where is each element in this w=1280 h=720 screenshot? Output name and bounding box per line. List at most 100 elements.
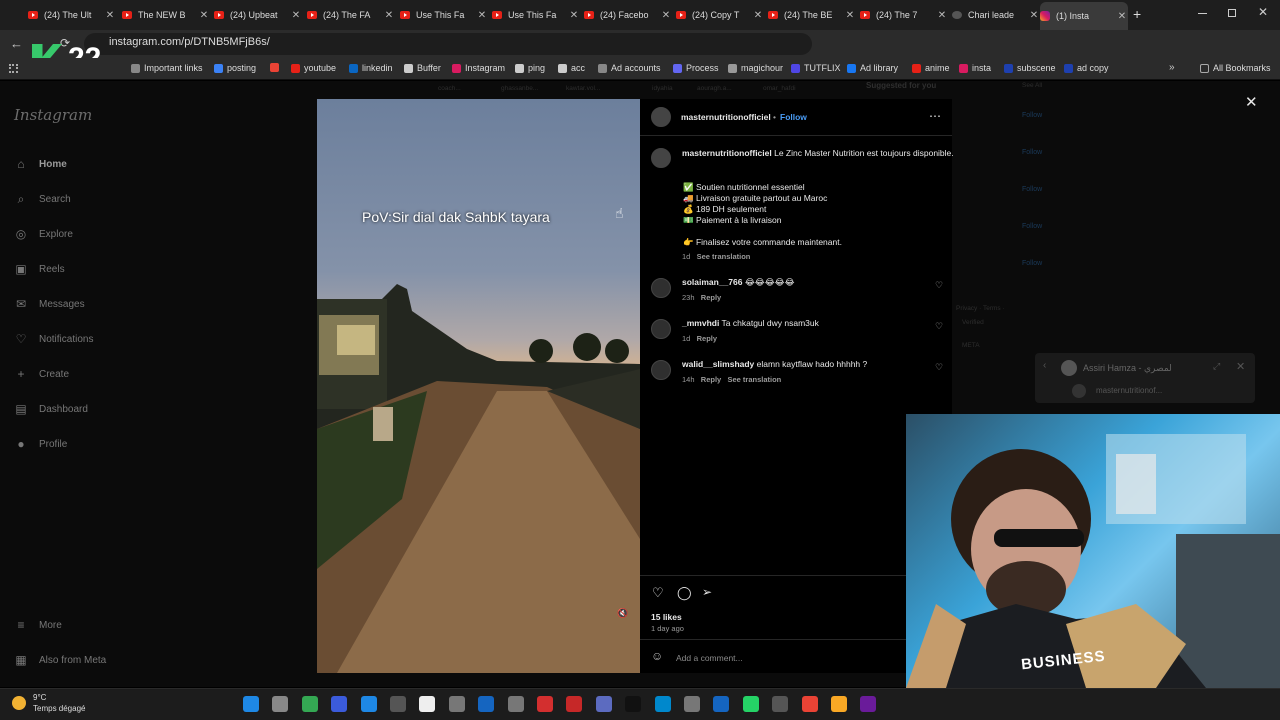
taskbar-app-icon[interactable]: [595, 696, 612, 712]
apps-grid-icon[interactable]: [9, 64, 18, 73]
popup-back-icon[interactable]: ‹: [1043, 360, 1046, 371]
post-video[interactable]: PoV:Sir dial dak SahbK tayara 🔇: [317, 99, 640, 673]
taskbar-app-icon[interactable]: [331, 696, 348, 712]
close-tab-icon[interactable]: ✕: [198, 10, 210, 21]
bookmark-item[interactable]: youtube: [291, 63, 336, 73]
reply-link[interactable]: Reply: [701, 293, 721, 302]
close-tab-icon[interactable]: ✕: [936, 10, 948, 21]
browser-tab[interactable]: (1) Insta ✕: [1040, 2, 1128, 30]
post-author-username[interactable]: masternutritionofficiel: [681, 112, 771, 122]
comment-avatar[interactable]: [651, 360, 671, 380]
bookmark-item[interactable]: posting: [214, 63, 256, 73]
nav-messages[interactable]: ✉ Messages: [14, 297, 85, 311]
taskbar-app-icon[interactable]: [478, 696, 495, 712]
emoji-picker-icon[interactable]: ☺: [651, 649, 663, 663]
browser-tab[interactable]: (24) The BE ✕: [768, 4, 856, 26]
suggestion-follow-link[interactable]: Follow: [1022, 186, 1042, 193]
taskbar-app-icon[interactable]: [860, 696, 877, 712]
bookmark-item[interactable]: acc: [558, 63, 585, 73]
taskbar-app-icon[interactable]: [537, 696, 553, 712]
comment-like-icon[interactable]: ♡: [935, 362, 943, 373]
bookmark-item[interactable]: ping: [515, 63, 545, 73]
add-comment-input[interactable]: Add a comment...: [676, 653, 743, 663]
close-window-button[interactable]: ✕: [1258, 5, 1268, 19]
browser-tab[interactable]: Use This Fa ✕: [400, 4, 488, 26]
taskbar-app-icon[interactable]: [390, 696, 406, 712]
bookmark-item[interactable]: Ad library: [847, 63, 898, 73]
close-tab-icon[interactable]: ✕: [844, 10, 856, 21]
taskbar-app-icon[interactable]: [772, 696, 789, 712]
see-translation-link[interactable]: See translation: [727, 375, 781, 384]
bookmark-item[interactable]: magichour: [728, 63, 783, 73]
browser-tab[interactable]: (24) The Ult ✕: [28, 4, 116, 26]
close-tab-icon[interactable]: ✕: [1116, 11, 1128, 22]
close-tab-icon[interactable]: ✕: [383, 10, 395, 21]
more-options-icon[interactable]: ⋯: [929, 109, 941, 123]
comment-username[interactable]: walid__slimshady: [682, 359, 754, 369]
nav-create[interactable]: + Create: [14, 367, 69, 381]
see-translation-link[interactable]: See translation: [697, 252, 751, 261]
taskbar-app-icon[interactable]: [654, 696, 671, 712]
all-bookmarks[interactable]: All Bookmarks: [1200, 63, 1271, 73]
bookmark-item[interactable]: TUTFLIX: [791, 63, 841, 73]
browser-tab[interactable]: The NEW B ✕: [122, 4, 210, 26]
bookmark-item[interactable]: anime: [912, 63, 950, 73]
browser-tab[interactable]: (24) Facebo ✕: [584, 4, 672, 26]
taskbar-app-icon[interactable]: [507, 696, 524, 712]
reply-link[interactable]: Reply: [701, 375, 721, 384]
bookmarks-overflow-icon[interactable]: »: [1169, 62, 1175, 73]
taskbar-app-icon[interactable]: [272, 696, 289, 712]
new-tab-button[interactable]: +: [1133, 6, 1141, 22]
suggestion-name[interactable]: kawtar.vol...: [566, 85, 600, 92]
caption-author-avatar[interactable]: [651, 148, 671, 168]
browser-tab[interactable]: Chari leade ✕: [952, 4, 1040, 26]
taskbar-app-icon[interactable]: [625, 696, 642, 712]
close-tab-icon[interactable]: ✕: [660, 10, 672, 21]
suggestion-name[interactable]: aouragh.a...: [697, 85, 732, 92]
browser-tab[interactable]: Use This Fa ✕: [492, 4, 580, 26]
suggestion-follow-link[interactable]: Follow: [1022, 149, 1042, 156]
instagram-logo[interactable]: Instagram: [14, 106, 92, 124]
taskbar-app-icon[interactable]: [448, 696, 465, 712]
nav-home[interactable]: ⌂ Home: [14, 157, 66, 171]
browser-tab[interactable]: (24) The 7 ✕: [860, 4, 948, 26]
close-tab-icon[interactable]: ✕: [752, 10, 764, 21]
popup-close-icon[interactable]: ✕: [1236, 360, 1245, 373]
close-tab-icon[interactable]: ✕: [290, 10, 302, 21]
bookmark-item[interactable]: Important links: [131, 63, 203, 73]
suggestion-name[interactable]: omar_hafdi: [763, 85, 796, 92]
nav-notifications[interactable]: ♡ Notifications: [14, 332, 94, 346]
popup-expand-icon[interactable]: ⤢: [1213, 361, 1220, 372]
close-tab-icon[interactable]: ✕: [104, 10, 116, 21]
nav-more[interactable]: ≡ More: [14, 618, 61, 632]
like-heart-icon[interactable]: ♡: [652, 585, 664, 601]
bookmark-item[interactable]: insta: [959, 63, 991, 73]
bookmark-item[interactable]: linkedin: [349, 63, 393, 73]
close-modal-button[interactable]: ✕: [1245, 93, 1258, 111]
bookmark-item[interactable]: Ad accounts: [598, 63, 661, 73]
reply-link[interactable]: Reply: [697, 334, 717, 343]
comment-avatar[interactable]: [651, 278, 671, 298]
comment-like-icon[interactable]: ♡: [935, 280, 943, 291]
taskbar-app-icon[interactable]: [801, 696, 818, 712]
browser-tab[interactable]: (24) Upbeat ✕: [214, 4, 302, 26]
close-tab-icon[interactable]: ✕: [476, 10, 488, 21]
taskbar-app-icon[interactable]: [831, 696, 847, 712]
comment-avatar[interactable]: [651, 319, 671, 339]
bookmark-item[interactable]: Instagram: [452, 63, 505, 73]
taskbar-app-icon[interactable]: [713, 696, 730, 712]
bookmark-item[interactable]: Process: [673, 63, 719, 73]
bookmark-item[interactable]: Buffer: [404, 63, 441, 73]
restore-button[interactable]: [1228, 9, 1236, 17]
minimize-button[interactable]: [1198, 13, 1207, 14]
taskbar-app-icon[interactable]: [419, 696, 436, 712]
nav-reels[interactable]: ▣ Reels: [14, 262, 64, 276]
suggestion-name[interactable]: ghassanbe...: [501, 85, 538, 92]
weather-icon[interactable]: [12, 696, 26, 710]
taskbar-app-icon[interactable]: [360, 696, 377, 712]
suggestion-name[interactable]: coach...: [438, 85, 461, 92]
bookmark-item[interactable]: [270, 63, 283, 72]
comment-bubble-icon[interactable]: ◯: [677, 585, 692, 601]
chat-popup[interactable]: ‹ Assiri Hamza - لمصري ⤢ ✕ masternutriti…: [1035, 353, 1255, 403]
url-text[interactable]: instagram.com/p/DTNB5MFjB6s/: [109, 36, 270, 48]
